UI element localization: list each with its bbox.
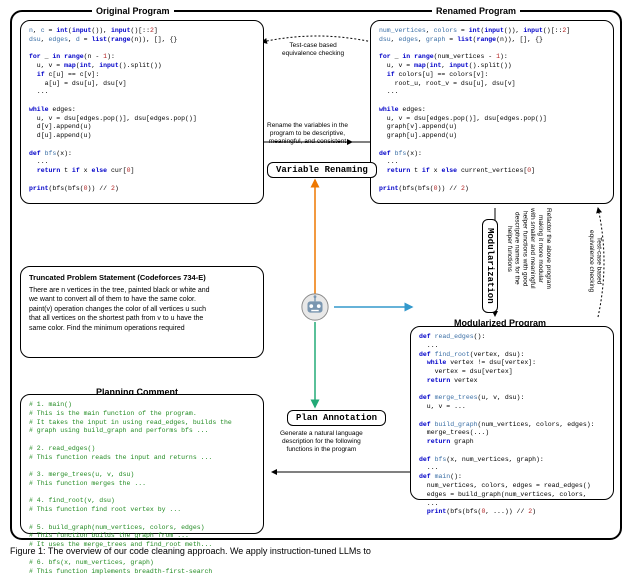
robot-icon — [300, 292, 330, 322]
problem-text: There are n vertices in the tree, painte… — [29, 286, 255, 333]
title-original: Original Program — [92, 6, 174, 16]
text-plan-desc: Generate a natural language description … — [280, 430, 363, 453]
renamed-code: num_vertices, colors = int(input()), inp… — [379, 27, 605, 194]
text-rename-desc: Rename the variables in the program to b… — [267, 122, 348, 145]
original-code: n, c = int(input()), input()[::2] dsu, e… — [29, 27, 255, 194]
planning-code: # 1. main() # This is the main function … — [29, 401, 255, 576]
title-renamed: Renamed Program — [432, 6, 520, 16]
pill-var-rename: Variable Renaming — [267, 162, 377, 178]
text-testcase1: Test-case based equivalence checking — [282, 42, 344, 58]
problem-box: Truncated Problem Statement (Codeforces … — [20, 266, 264, 358]
diagram-frame: Original Program Renamed Program Plannin… — [10, 10, 622, 540]
planning-box: # 1. main() # This is the main function … — [20, 394, 264, 534]
modularized-code: def read_edges(): ... def find_root(vert… — [419, 333, 605, 517]
renamed-program-box: num_vertices, colors = int(input()), inp… — [370, 20, 614, 204]
text-modular-desc: Refactor the above program making it mor… — [505, 208, 552, 289]
original-program-box: n, c = int(input()), input()[::2] dsu, e… — [20, 20, 264, 204]
modularized-box: def read_edges(): ... def find_root(vert… — [410, 326, 614, 500]
text-testcase2: Test-case based equivalence checking — [587, 230, 603, 292]
problem-title: Truncated Problem Statement (Codeforces … — [29, 273, 255, 282]
pill-plan-anno: Plan Annotation — [287, 410, 386, 426]
pill-modular: Modularization — [482, 219, 498, 313]
